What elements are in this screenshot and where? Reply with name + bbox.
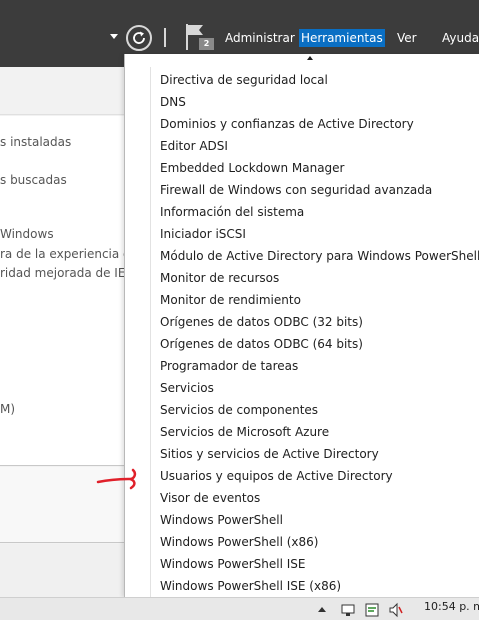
tools-menu-item[interactable]: Programador de tareas (160, 355, 478, 377)
events-section (0, 544, 124, 597)
tools-menu-item[interactable]: Servicios de componentes (160, 399, 478, 421)
network-icon[interactable] (340, 602, 356, 618)
tools-menu-item[interactable]: Usuarios y equipos de Active Directory (160, 465, 478, 487)
panel-header-band (0, 67, 124, 115)
toolbar-separator (164, 28, 166, 47)
refresh-icon (133, 31, 145, 44)
refresh-button[interactable] (126, 25, 152, 51)
tools-menu-item[interactable]: Windows PowerShell (160, 509, 478, 531)
dropdown-arrow-icon[interactable] (110, 34, 118, 39)
tray-overflow-button[interactable] (318, 607, 326, 612)
tools-menu-item[interactable]: DNS (160, 91, 478, 113)
property-text[interactable]: ridad mejorada de IE (0, 266, 125, 281)
tools-menu-item[interactable]: Servicios de Microsoft Azure (160, 421, 478, 443)
taskbar-clock[interactable]: 10:54 p. m. (424, 600, 479, 613)
action-center-icon[interactable] (364, 602, 380, 618)
property-text[interactable]: s buscadas (0, 173, 67, 188)
taskbar: 10:54 p. m. (0, 597, 479, 620)
tools-menu-item[interactable]: Embedded Lockdown Manager (160, 157, 478, 179)
tools-menu-item[interactable]: Orígenes de datos ODBC (32 bits) (160, 311, 478, 333)
tools-menu-item[interactable]: Sitios y servicios de Active Directory (160, 443, 478, 465)
tools-menu-item[interactable]: Módulo de Active Directory para Windows … (160, 245, 479, 267)
tools-menu-item[interactable]: Windows PowerShell ISE (x86) (160, 575, 478, 597)
tools-menu-item[interactable]: Información del sistema (160, 201, 478, 223)
tools-menu-item[interactable]: Firewall de Windows con seguridad avanza… (160, 179, 478, 201)
tools-menu-item[interactable]: Iniciador iSCSI (160, 223, 478, 245)
property-text[interactable]: s instaladas (0, 135, 71, 150)
property-text[interactable]: Windows (0, 227, 54, 242)
scroll-up-arrow-icon[interactable] (307, 56, 313, 60)
tools-menu-item[interactable]: Visor de eventos (160, 487, 478, 509)
tools-menu-item[interactable]: Directiva de seguridad local (160, 69, 478, 91)
tools-menu-item[interactable]: Editor ADSI (160, 135, 478, 157)
tools-menu-item[interactable]: Monitor de rendimiento (160, 289, 478, 311)
tools-menu-item[interactable]: Monitor de recursos (160, 267, 478, 289)
tools-menu-item[interactable]: Servicios (160, 377, 478, 399)
property-text[interactable]: ra de la experiencia del (0, 247, 141, 262)
property-text[interactable]: M) (0, 402, 15, 417)
menu-ver[interactable]: Ver (397, 30, 417, 46)
local-server-panel: s instaladas s buscadas Windows ra de la… (0, 67, 141, 597)
menu-administrar[interactable]: Administrar (225, 30, 295, 46)
menu-gutter-line (150, 67, 151, 597)
tools-menu-item[interactable]: Dominios y confianzas de Active Director… (160, 113, 478, 135)
chevron-up-icon (318, 607, 326, 612)
tools-menu-item[interactable]: Windows PowerShell (x86) (160, 531, 478, 553)
tools-menu-item[interactable]: Orígenes de datos ODBC (64 bits) (160, 333, 478, 355)
volume-icon[interactable] (388, 602, 404, 618)
tools-menu-list: Directiva de seguridad local DNS Dominios … (160, 69, 479, 597)
notification-count-badge: 2 (199, 38, 214, 50)
properties-section (0, 116, 124, 466)
menu-ayuda[interactable]: Ayuda (442, 30, 479, 46)
menu-herramientas[interactable]: Herramientas (299, 29, 385, 47)
red-annotation-mark (96, 468, 137, 490)
tools-menu-item[interactable]: Windows PowerShell ISE (160, 553, 478, 575)
